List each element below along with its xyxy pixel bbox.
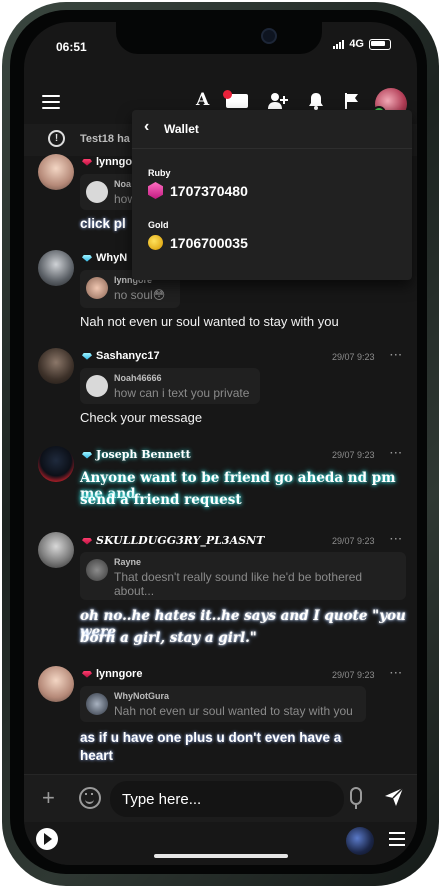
user-avatar[interactable]: [38, 666, 74, 702]
reply-text: no soul😳: [114, 288, 166, 302]
ruby-label: Ruby: [148, 168, 171, 178]
more-options-icon[interactable]: ···: [390, 448, 403, 459]
list-menu-icon[interactable]: [389, 832, 405, 846]
ruby-icon: [148, 182, 163, 199]
emoji-icon[interactable]: [79, 787, 101, 809]
microphone-icon[interactable]: [350, 787, 362, 809]
ruby-balance: 1707370480: [170, 183, 248, 199]
font-icon[interactable]: A: [196, 90, 209, 110]
message-time: 29/07 9:23: [332, 450, 375, 460]
battery-icon: [369, 38, 391, 50]
more-options-icon[interactable]: ···: [390, 350, 403, 361]
menu-icon[interactable]: [42, 95, 60, 109]
message-text: Nah not even ur soul wanted to stay with…: [80, 314, 339, 329]
reply-quote[interactable]: Noa how: [80, 174, 140, 210]
network-label: 4G: [349, 38, 364, 50]
home-indicator: [154, 854, 288, 858]
message-text: click pl: [80, 216, 126, 231]
back-chevron-icon[interactable]: ‹: [144, 118, 149, 136]
message-text: Check your message: [80, 410, 203, 425]
camera-dot: [261, 28, 277, 44]
diamond-icon: [82, 352, 92, 360]
signal-icon: [333, 39, 345, 49]
bottom-bar: [24, 822, 417, 865]
reply-text: Nah not even ur soul wanted to stay with…: [114, 704, 353, 718]
gold-coin-icon: [148, 235, 163, 250]
username[interactable]: SKULLDUGG3RY_PL3ASNT: [82, 534, 264, 547]
notice-text: Test18 ha: [80, 133, 130, 145]
reply-avatar: [86, 277, 108, 299]
user-avatar[interactable]: [38, 532, 74, 568]
message-time: 29/07 9:23: [332, 352, 375, 362]
reply-username: WhyNotGura: [114, 691, 169, 701]
reply-username: Noah46666: [114, 373, 162, 383]
user-avatar[interactable]: [38, 446, 74, 482]
reply-avatar: [86, 693, 108, 715]
message-text-line2: heart: [80, 748, 114, 763]
user-avatar[interactable]: [38, 348, 74, 384]
notch: [116, 22, 322, 54]
gold-label: Gold: [148, 220, 169, 230]
ruby-icon: [82, 670, 92, 678]
add-friend-icon[interactable]: [268, 92, 288, 110]
message-text-line2: born a girl, stay a girl.": [80, 630, 257, 646]
flag-icon[interactable]: [344, 92, 360, 110]
message-time: 29/07 9:23: [332, 670, 375, 680]
diamond-icon: [82, 451, 92, 459]
reply-text-line2: about...: [114, 584, 155, 598]
message-text: as if u have one plus u don't even have …: [80, 730, 342, 745]
username[interactable]: WhyN: [82, 252, 127, 264]
bottom-avatar[interactable]: [346, 827, 374, 855]
send-icon[interactable]: [384, 787, 404, 807]
message-time: 29/07 9:23: [332, 536, 375, 546]
diamond-icon: [82, 254, 92, 262]
status-time: 06:51: [56, 40, 87, 54]
wallet-popup: ‹ Wallet Ruby 1707370480 Gold 1706700035: [132, 110, 412, 280]
message-input[interactable]: [110, 781, 344, 817]
reply-avatar: [86, 375, 108, 397]
user-avatar[interactable]: [38, 154, 74, 190]
reply-quote[interactable]: WhyNotGura Nah not even ur soul wanted t…: [80, 686, 366, 722]
bell-icon[interactable]: [308, 92, 324, 110]
play-icon[interactable]: [36, 828, 58, 850]
reply-username: Noa: [114, 179, 132, 189]
message-composer: +: [24, 774, 417, 823]
plus-icon[interactable]: +: [42, 785, 55, 811]
more-options-icon[interactable]: ···: [390, 668, 403, 679]
gold-balance: 1706700035: [170, 235, 248, 251]
message-text-line2: send a friend request: [80, 492, 242, 508]
status-indicators: 4G: [333, 38, 391, 50]
user-avatar[interactable]: [38, 250, 74, 286]
reply-quote[interactable]: Rayne That doesn't really sound like he'…: [80, 552, 406, 600]
alert-icon: !: [48, 130, 65, 147]
reply-quote[interactable]: Noah46666 how can i text you private: [80, 368, 260, 404]
ruby-icon: [82, 537, 92, 545]
reply-avatar: [86, 181, 108, 203]
ruby-icon: [82, 158, 92, 166]
reply-username: Rayne: [114, 557, 142, 567]
messages-icon[interactable]: [223, 90, 248, 108]
username[interactable]: Joseph Bennett: [82, 448, 191, 461]
wallet-title: Wallet: [164, 122, 199, 136]
app-screen: 06:51 4G A ! Test18 ha lynngore Noa how …: [24, 22, 417, 865]
reply-text: That doesn't really sound like he'd be b…: [114, 570, 363, 584]
reply-text: how can i text you private: [114, 386, 250, 400]
messages-badge: [223, 90, 232, 99]
wallet-header: ‹ Wallet: [132, 110, 412, 149]
more-options-icon[interactable]: ···: [390, 534, 403, 545]
username[interactable]: lynngore: [82, 668, 142, 680]
reply-avatar: [86, 559, 108, 581]
username[interactable]: Sashanyc17: [82, 350, 160, 362]
